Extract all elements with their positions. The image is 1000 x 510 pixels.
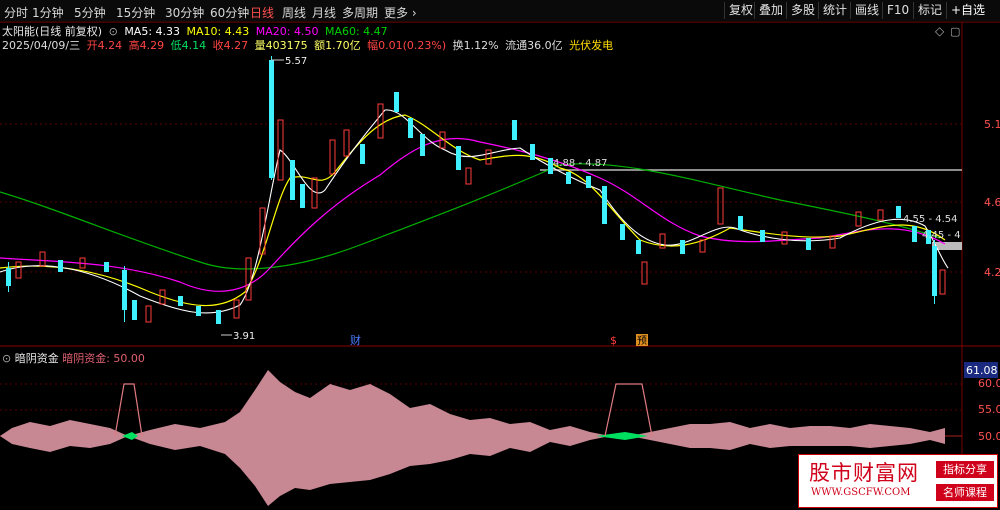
price-axis-label: 5.1 — [984, 118, 1000, 131]
ma20-line — [0, 137, 946, 292]
range-label-3: 4.45 - 4 — [922, 230, 961, 241]
diamond-icon[interactable]: ◇ — [935, 24, 945, 38]
chart-canvas: ◇ ▢ 5.1 4.6 4.2 5.57 3.91 4.88 - 4.87 4.… — [0, 21, 1000, 506]
indicator-green-mark — [122, 432, 138, 440]
range-label-2: 4.55 - 4.54 — [903, 214, 958, 225]
ma10-line — [0, 114, 946, 307]
indicator-axis-label: 60.0 — [978, 377, 1000, 390]
low-price-label: 3.91 — [233, 331, 255, 342]
finance-marker[interactable]: 财 — [350, 333, 361, 347]
price-axis-label: 4.6 — [984, 196, 1000, 209]
indicator-value-label: 暗阴资金: 50.00 — [62, 352, 145, 365]
indicator-green-mark — [596, 432, 648, 440]
indicator-header: ⊙ 暗阴资金 暗阴资金: 50.00 — [2, 350, 145, 366]
window-icon[interactable]: ▢ — [950, 25, 960, 38]
range-label-1: 4.88 - 4.87 — [553, 158, 608, 169]
ma60-line — [0, 163, 941, 270]
indicator-settings-icon[interactable]: ⊙ — [2, 352, 11, 365]
forecast-marker[interactable]: 预 — [637, 335, 647, 347]
signal-plateau-2 — [604, 383, 653, 437]
watermark-logo: 股市财富网 WWW.GSCFW.COM 指标分享 名师课程 — [798, 454, 998, 508]
indicator-current-value: 61.08 — [966, 364, 998, 377]
price-axis-label: 4.2 — [984, 266, 1000, 279]
indicator-axis-label: 55.0 — [978, 403, 1000, 416]
high-price-label: 5.57 — [285, 56, 307, 67]
watermark-title: 股市财富网 — [809, 461, 919, 485]
watermark-badge-share: 指标分享 — [936, 461, 994, 478]
watermark-badge-course: 名师课程 — [936, 484, 994, 501]
candlesticks[interactable] — [6, 56, 946, 324]
dividend-marker[interactable]: $ — [610, 334, 617, 347]
indicator-name[interactable]: 暗阴资金 — [15, 352, 59, 365]
indicator-axis-label: 50.0 — [978, 430, 1000, 443]
signal-plateau-1 — [114, 383, 143, 437]
watermark-url: WWW.GSCFW.COM — [811, 487, 911, 498]
